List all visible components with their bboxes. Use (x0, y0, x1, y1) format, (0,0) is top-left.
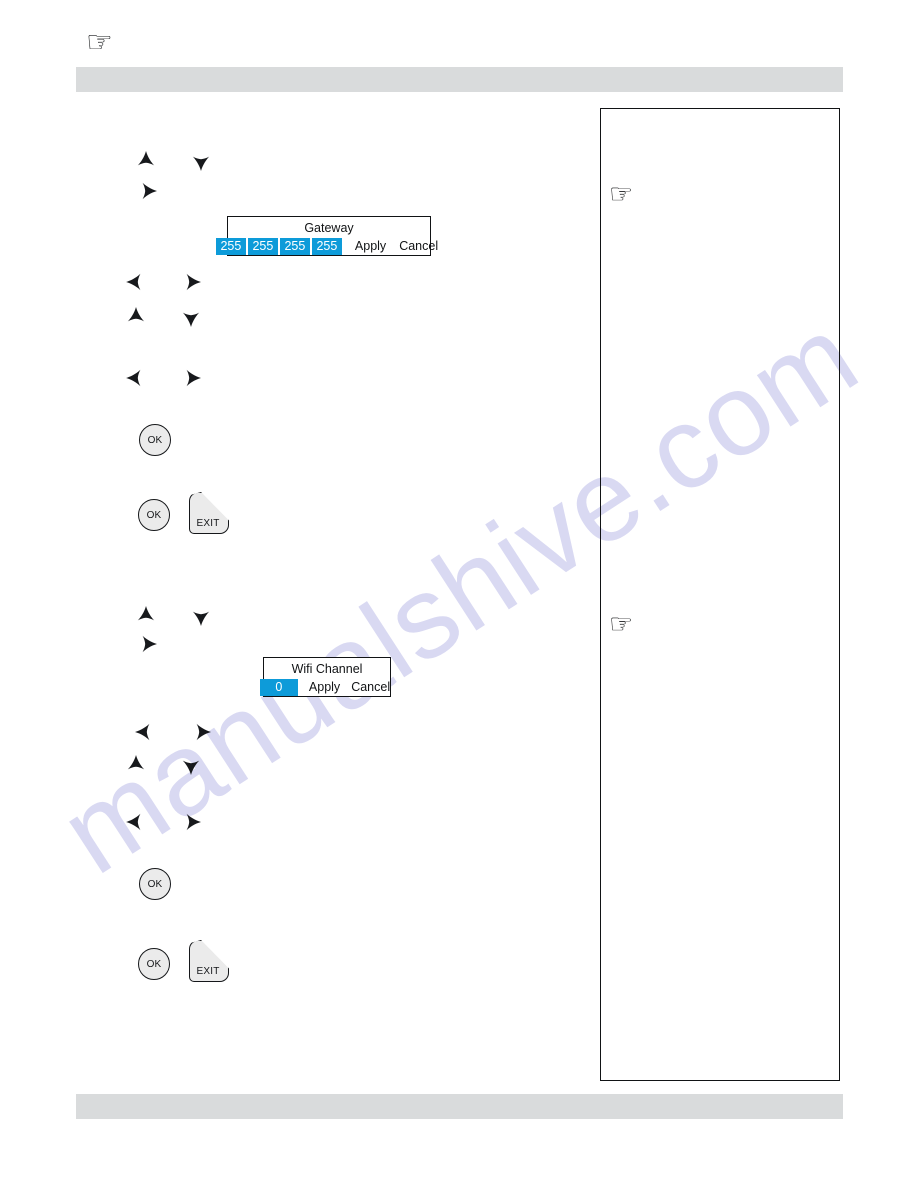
header-bar (76, 67, 843, 92)
pointing-hand-icon: ☞ (609, 179, 634, 209)
wifi-channel-apply-button[interactable]: Apply (305, 679, 344, 696)
arrow-left-icon[interactable] (124, 366, 150, 390)
exit-button[interactable]: EXIT (189, 940, 229, 982)
ok-button[interactable]: OK (139, 868, 171, 900)
arrow-up-icon[interactable] (134, 149, 158, 173)
exit-button[interactable]: EXIT (189, 492, 229, 534)
gateway-octet-3[interactable]: 255 (279, 238, 310, 255)
arrow-left-icon[interactable] (124, 810, 150, 834)
wifi-channel-dialog-row: 0 Apply Cancel (259, 679, 390, 700)
note-panel: ☞ ☞ (600, 108, 840, 1081)
arrow-left-icon[interactable] (124, 270, 150, 294)
wifi-channel-value[interactable]: 0 (259, 679, 298, 696)
arrow-up-icon[interactable] (124, 305, 148, 329)
ok-button[interactable]: OK (138, 948, 170, 980)
ok-button[interactable]: OK (139, 424, 171, 456)
gateway-cancel-button[interactable]: Cancel (395, 238, 442, 255)
arrow-down-icon[interactable] (189, 149, 213, 173)
gateway-octet-1[interactable]: 255 (215, 238, 246, 255)
ok-button[interactable]: OK (138, 499, 170, 531)
gateway-dialog-title: Gateway (304, 221, 354, 235)
arrow-down-icon[interactable] (179, 753, 203, 777)
wifi-channel-dialog: Wifi Channel 0 Apply Cancel (259, 657, 391, 700)
manual-page: manualshive.com ☞ Gateway 255 255 255 25… (0, 0, 918, 1188)
arrow-right-icon[interactable] (177, 366, 203, 390)
arrow-up-icon[interactable] (134, 604, 158, 628)
gateway-apply-button[interactable]: Apply (351, 238, 390, 255)
arrow-right-icon[interactable] (177, 270, 203, 294)
ok-button-label: OK (147, 434, 163, 446)
pointing-hand-icon: ☞ (609, 609, 634, 639)
ok-button-label: OK (146, 958, 162, 970)
gateway-dialog: Gateway 255 255 255 255 Apply Cancel (215, 216, 438, 259)
pointing-hand-icon: ☞ (86, 26, 113, 59)
arrow-down-icon[interactable] (179, 305, 203, 329)
arrow-down-icon[interactable] (189, 604, 213, 628)
exit-button-label: EXIT (196, 966, 220, 977)
arrow-right-icon[interactable] (177, 810, 203, 834)
wifi-channel-cancel-button[interactable]: Cancel (347, 679, 394, 696)
gateway-dialog-row: 255 255 255 255 Apply Cancel (215, 238, 438, 259)
gateway-octet-2[interactable]: 255 (247, 238, 278, 255)
gateway-octet-4[interactable]: 255 (311, 238, 342, 255)
ok-button-label: OK (146, 509, 162, 521)
arrow-left-icon[interactable] (133, 720, 159, 744)
wifi-channel-dialog-title: Wifi Channel (291, 662, 363, 676)
footer-bar (76, 1094, 843, 1119)
exit-button-label: EXIT (196, 518, 220, 529)
arrow-right-icon[interactable] (133, 632, 159, 656)
arrow-right-icon[interactable] (187, 720, 213, 744)
arrow-right-icon[interactable] (133, 179, 159, 203)
arrow-up-icon[interactable] (124, 753, 148, 777)
ok-button-label: OK (147, 878, 163, 890)
